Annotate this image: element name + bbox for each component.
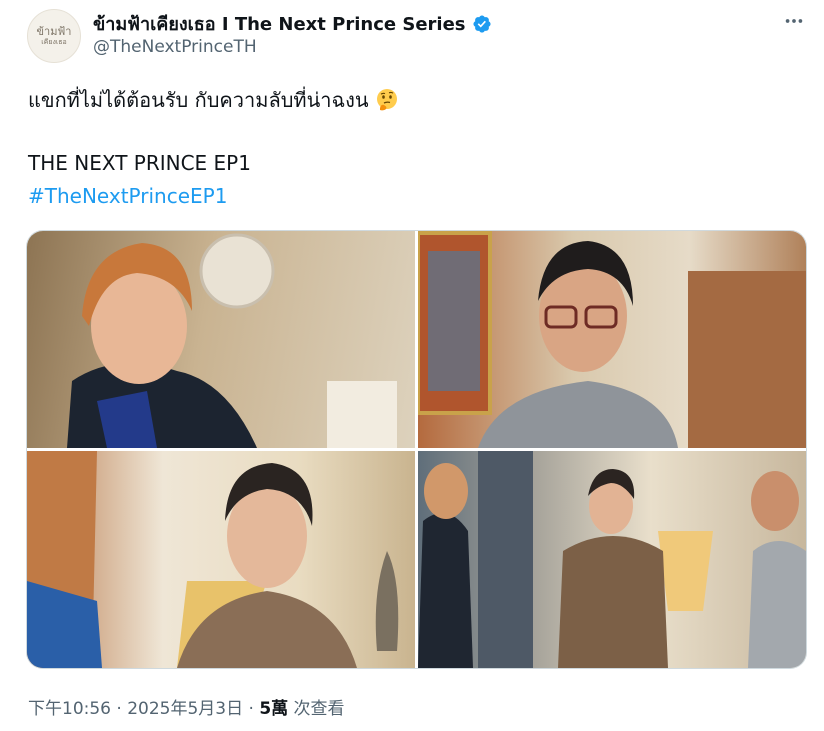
name-row: ข้ามฟ้าเคียงเธอ I The Next Prince Series <box>93 9 492 38</box>
hashtag-link[interactable]: #TheNextPrinceEP1 <box>28 183 227 209</box>
photo-3-art <box>27 451 399 668</box>
photo-3[interactable] <box>27 451 415 668</box>
photo-4-art <box>418 451 806 668</box>
timestamp[interactable]: 下午10:56 · 2025年5月3日 · <box>28 699 259 719</box>
display-name[interactable]: ข้ามฟ้าเคียงเธอ I The Next Prince Series <box>93 9 466 38</box>
avatar[interactable]: ข้ามฟ้า เคียงเธอ <box>27 9 81 63</box>
handle[interactable]: @TheNextPrinceTH <box>93 37 257 57</box>
verified-badge-icon[interactable] <box>472 14 492 34</box>
thinking-face-icon <box>376 89 397 111</box>
photo-2-art <box>418 231 806 448</box>
post-meta: 下午10:56 · 2025年5月3日 · 5萬 次查看 <box>28 694 345 719</box>
photo-2[interactable] <box>418 231 806 448</box>
avatar-text-line1: ข้ามฟ้า <box>36 25 72 38</box>
more-horizontal-icon <box>785 19 803 23</box>
photo-1[interactable] <box>27 231 415 448</box>
photo-1-art <box>67 233 397 448</box>
post-text-line2: THE NEXT PRINCE EP1 <box>28 151 251 175</box>
more-options-button[interactable] <box>781 8 807 34</box>
post-text-line1: แขกที่ไม่ได้ต้อนรับ กับความลับที่น่าฉงน <box>28 87 399 113</box>
avatar-text-line2: เคียงเธอ <box>41 38 67 46</box>
media-grid[interactable] <box>26 230 807 669</box>
post-text-line1-content: แขกที่ไม่ได้ต้อนรับ กับความลับที่น่าฉงน <box>28 88 369 112</box>
tweet: ข้ามฟ้า เคียงเธอ ข้ามฟ้าเคียงเธอ I The N… <box>0 0 824 731</box>
views-count: 5萬 <box>259 699 289 719</box>
views-label: 次查看 <box>288 699 345 719</box>
photo-4[interactable] <box>418 451 806 668</box>
